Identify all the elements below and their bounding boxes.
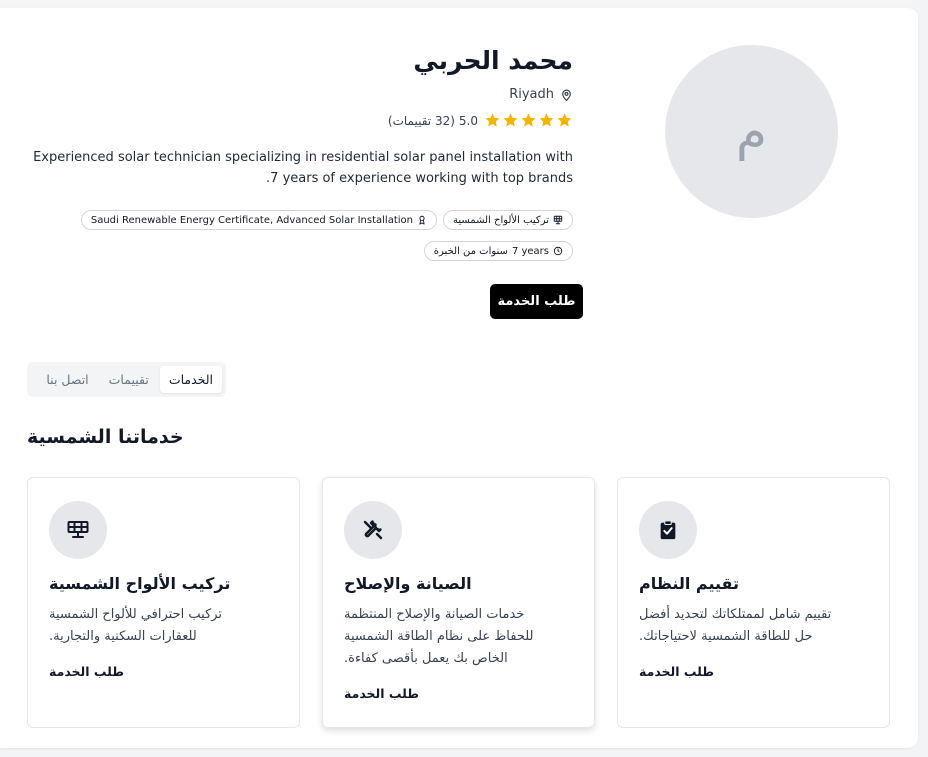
service-card-installation: تركيب الألواح الشمسية تركيب احترافي للأل… [27, 477, 300, 728]
experience-tag: 7 years سنوات من الخبرة [423, 241, 573, 261]
experience-years: 7 years [511, 245, 549, 257]
service-request-link[interactable]: طلب الخدمة [49, 664, 124, 679]
rating: (32 تقييمات) 5.0 [388, 112, 573, 129]
solar-panel-small-icon [553, 215, 563, 225]
location: Riyadh [509, 87, 573, 102]
clock-icon [553, 246, 563, 256]
location-text: Riyadh [509, 87, 554, 102]
map-pin-icon [560, 88, 573, 102]
clipboard-check-icon [639, 501, 697, 559]
tab-contact[interactable]: اتصل بنا [37, 366, 97, 393]
service-request-link[interactable]: طلب الخدمة [639, 664, 714, 679]
certificates-label: Saudi Renewable Energy Certificate, Adva… [90, 214, 413, 226]
profile-page: م محمد الحربي Riyadh (32 تقييمات) 5.0 Ex… [0, 8, 918, 748]
bio: Experienced solar technician specializin… [33, 150, 573, 186]
service-request-link[interactable]: طلب الخدمة [344, 686, 419, 701]
star-icon [557, 113, 572, 127]
rating-count: (32 تقييمات) [387, 113, 455, 128]
technician-name: محمد الحربي [413, 46, 573, 75]
certificates-tag: Saudi Renewable Energy Certificate, Adva… [80, 210, 437, 230]
solar-panel-icon [49, 501, 107, 559]
service-title: تركيب الألواح الشمسية [49, 574, 231, 593]
service-description: تقييم شامل لممتلكاتك لتحديد أفضل حل للطا… [639, 607, 832, 644]
tab-services[interactable]: الخدمات [159, 366, 222, 393]
star-icon [521, 113, 536, 127]
tags-row-2: 7 years سنوات من الخبرة [423, 241, 573, 261]
rating-text: (32 تقييمات) 5.0 [388, 114, 478, 128]
service-description: تركيب احترافي للألواح الشمسية للعقارات ا… [49, 607, 223, 644]
award-icon [419, 215, 425, 225]
service-description: خدمات الصيانة والإصلاح المنتظمة للحفاظ ع… [344, 607, 534, 666]
star-rating [484, 112, 573, 129]
request-service-button[interactable]: طلب الخدمة [490, 284, 583, 319]
service-title: الصيانة والإصلاح [344, 574, 472, 593]
avatar-initial: م [736, 102, 767, 161]
star-icon [539, 113, 554, 127]
tools-icon [344, 501, 402, 559]
rating-value: 5.0 [458, 113, 478, 128]
specialty-tag: تركيب الألواح الشمسية [442, 210, 573, 230]
services-section-title: خدماتنا الشمسية [27, 426, 184, 448]
star-icon [485, 113, 500, 127]
tags-row-1: Saudi Renewable Energy Certificate, Adva… [80, 210, 573, 230]
service-card-maintenance: الصيانة والإصلاح خدمات الصيانة والإصلاح … [322, 477, 595, 728]
specialty-label: تركيب الألواح الشمسية [452, 214, 549, 226]
experience-label: سنوات من الخبرة [433, 245, 508, 257]
avatar: م [665, 45, 838, 218]
service-card-assessment: تقييم النظام تقييم شامل لممتلكاتك لتحديد… [617, 477, 890, 728]
tab-reviews[interactable]: تقييمات [100, 366, 158, 393]
service-title: تقييم النظام [639, 574, 740, 593]
tab-bar: الخدمات تقييمات اتصل بنا [27, 362, 226, 397]
star-icon [503, 113, 518, 127]
